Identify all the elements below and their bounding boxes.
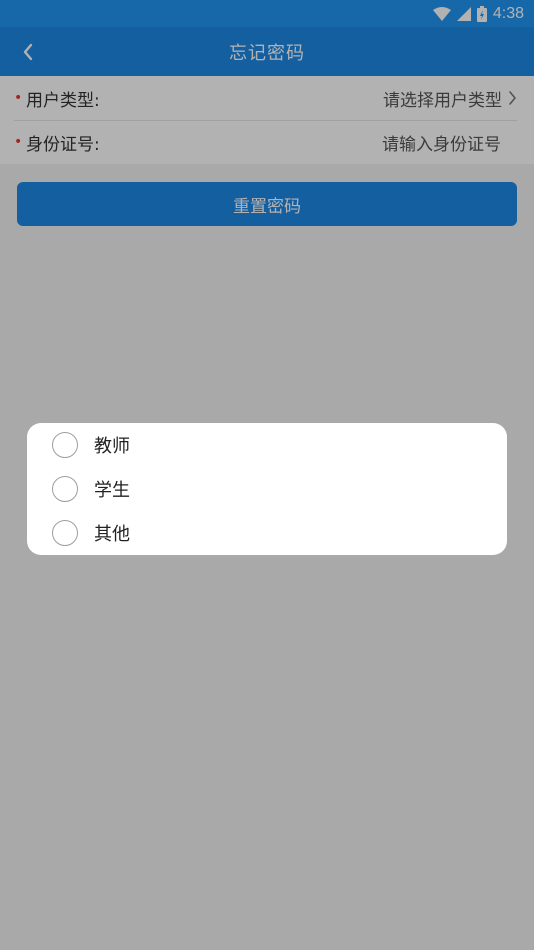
option-label: 学生 bbox=[94, 480, 130, 501]
radio-icon[interactable] bbox=[52, 476, 78, 502]
option-label: 其他 bbox=[94, 524, 130, 545]
user-type-dialog: 教师 学生 其他 bbox=[27, 423, 507, 555]
option-other[interactable]: 其他 bbox=[52, 511, 507, 555]
option-label: 教师 bbox=[94, 436, 130, 457]
option-teacher[interactable]: 教师 bbox=[52, 423, 507, 467]
option-student[interactable]: 学生 bbox=[52, 467, 507, 511]
radio-icon[interactable] bbox=[52, 432, 78, 458]
radio-icon[interactable] bbox=[52, 520, 78, 546]
